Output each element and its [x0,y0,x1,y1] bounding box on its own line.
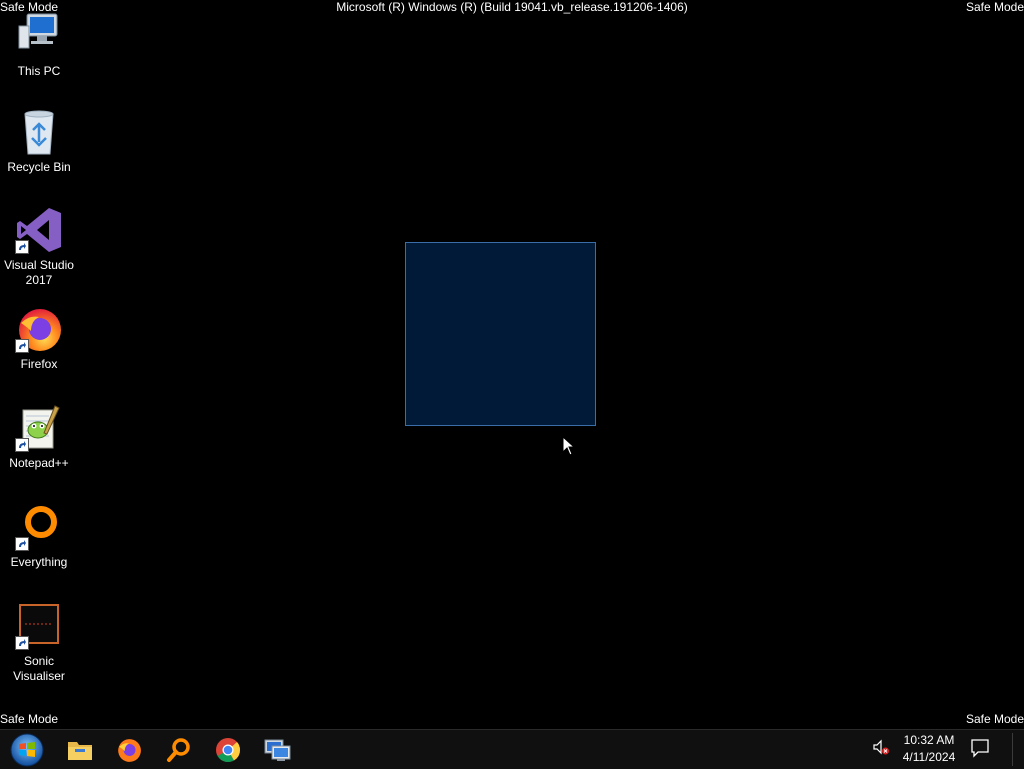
shortcut-arrow-icon [15,636,29,650]
action-center-button[interactable] [970,738,990,763]
desktop-icon-label: Recycle Bin [7,160,71,174]
show-desktop-button[interactable] [1012,733,1022,766]
remote-desktop-icon [264,739,291,761]
safe-mode-label-top-right: Safe Mode [965,0,1024,14]
firefox-icon [118,739,141,762]
visual-studio-icon [15,206,63,254]
desktop-icon-sonic-visualiser[interactable]: Sonic Visualiser [0,602,78,684]
everything-search-icon [15,503,63,551]
desktop-icon-everything[interactable]: Everything [0,503,78,570]
desktop-icon-visual-studio[interactable]: Visual Studio 2017 [0,206,78,288]
mouse-cursor-icon [562,435,576,461]
chrome-icon [216,738,241,763]
taskbar-everything[interactable] [161,734,197,766]
taskbar: 10:32 AM 4/11/2024 [0,729,1024,769]
shortcut-arrow-icon [15,438,29,452]
shortcut-arrow-icon [15,537,29,551]
clock-date: 4/11/2024 [902,750,956,764]
desktop-icon-notepad-plus-plus[interactable]: Notepad++ [0,404,78,471]
safe-mode-label-bottom-right: Safe Mode [965,712,1024,726]
notepad-plus-plus-icon [15,404,63,452]
taskbar-chrome[interactable] [210,734,246,766]
desktop-icon-this-pc[interactable]: This PC [0,12,78,79]
desktop-icon-recycle-bin[interactable]: Recycle Bin [0,108,78,175]
drag-selection-rectangle [405,242,596,426]
folder-icon [68,742,92,760]
taskbar-file-explorer[interactable] [62,734,98,766]
windows-start-icon [10,733,44,767]
magnifier-icon [167,738,190,762]
safe-mode-label-bottom-left: Safe Mode [0,712,59,726]
speaker-muted-icon [873,739,889,755]
volume-button[interactable] [872,738,890,761]
desktop-icon-label: Sonic Visualiser [13,654,65,683]
desktop-icon-label: Everything [10,555,68,569]
desktop-icon-label: This PC [17,64,61,78]
clock-time: 10:32 AM [903,733,955,747]
action-center-icon [971,739,989,758]
shortcut-arrow-icon [15,339,29,353]
desktop-icon-label: Firefox [20,357,58,371]
firefox-icon [15,305,63,353]
start-button[interactable] [8,733,46,767]
shortcut-arrow-icon [15,240,29,254]
taskbar-remote-desktop[interactable] [259,734,295,766]
desktop-icon-label: Visual Studio 2017 [4,258,74,287]
desktop-icon-label: Notepad++ [9,456,69,470]
recycle-bin-icon [15,108,63,156]
windows-build-label: Microsoft (R) Windows (R) (Build 19041.v… [336,0,688,14]
taskbar-clock[interactable]: 10:32 AM 4/11/2024 [898,732,960,766]
computer-icon [15,12,63,60]
taskbar-firefox[interactable] [111,734,147,766]
sonic-visualiser-icon [15,602,63,650]
desktop-icon-firefox[interactable]: Firefox [0,305,78,372]
